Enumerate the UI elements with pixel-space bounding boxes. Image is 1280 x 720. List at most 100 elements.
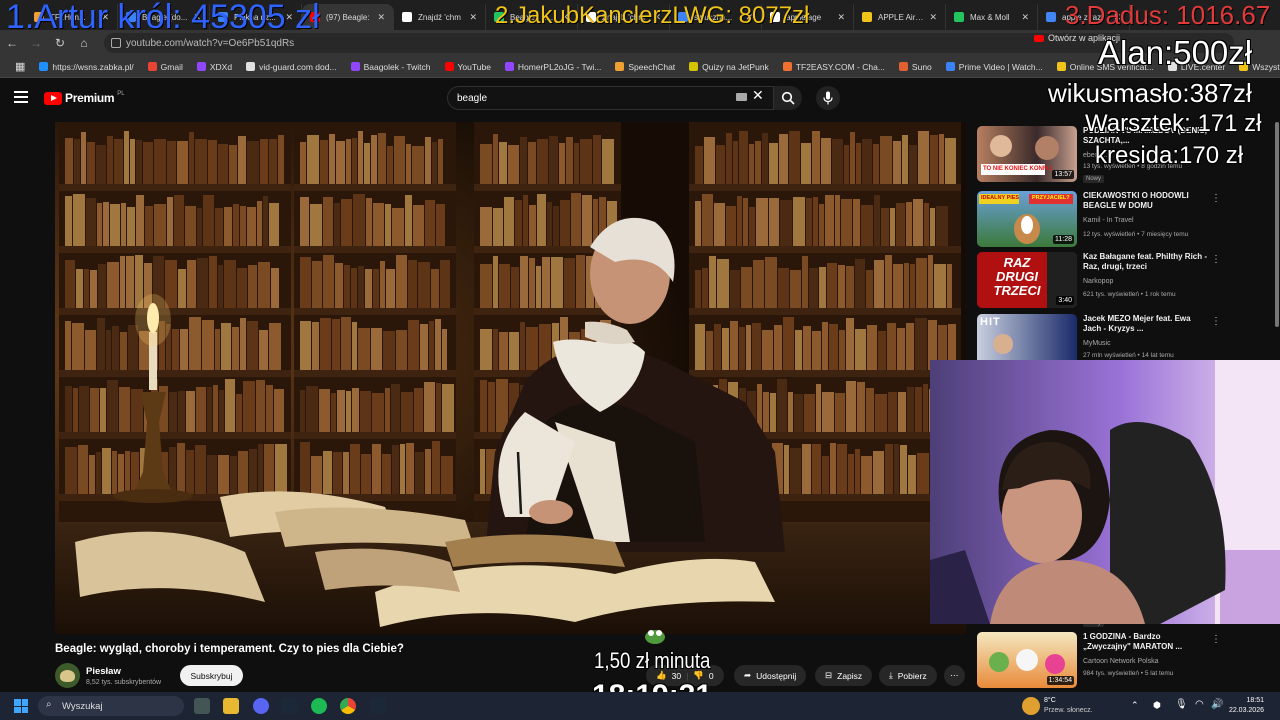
bookmark-label: Baagolek - Twitch: [363, 61, 431, 72]
bookmark-item[interactable]: YouTube: [438, 62, 498, 72]
new-badge: Nowy: [1083, 175, 1105, 183]
close-tab-icon[interactable]: ✕: [1021, 12, 1029, 23]
recommendation-channel[interactable]: Narkopop: [1083, 278, 1113, 285]
bookmark-item[interactable]: Prime Video | Watch...: [939, 62, 1050, 72]
video-player[interactable]: [55, 122, 966, 634]
volume-icon[interactable]: 🔊: [1211, 699, 1223, 710]
tab-label: (97) Beagle:: [326, 12, 370, 22]
weather-widget[interactable]: 8°C Przew. słonecz.: [1044, 696, 1093, 716]
recommendation-title[interactable]: CIEKAWOSTKI O HODOWLI BEAGLE W DOMU: [1083, 191, 1209, 211]
channel-name[interactable]: Piesław: [86, 666, 161, 677]
back-icon[interactable]: ←: [0, 36, 24, 50]
apps-grid-icon[interactable]: ▦: [8, 60, 32, 73]
bookmark-item[interactable]: Gmail: [141, 62, 190, 72]
download-button[interactable]: ⤓ Pobierz: [879, 665, 937, 686]
chrome-icon[interactable]: [340, 698, 356, 714]
thumbnail-caption: PRZYJACIEL?: [1032, 195, 1070, 201]
task-view-icon[interactable]: [194, 698, 210, 714]
search-button[interactable]: [774, 86, 802, 110]
bookmark-item[interactable]: TF2EASY.COM - Cha...: [776, 62, 892, 72]
page-scrollbar[interactable]: [1275, 122, 1279, 327]
recommendation-channel[interactable]: MyMusic: [1083, 340, 1111, 347]
more-vert-icon[interactable]: ⋮: [1211, 254, 1221, 265]
more-vert-icon[interactable]: ⋮: [1211, 634, 1221, 645]
more-vert-icon[interactable]: ⋮: [1211, 193, 1221, 204]
recommendation-item[interactable]: IDEALNY PIES PRZYJACIEL? 11:28 CIEKAWOST…: [977, 191, 1222, 249]
recommendation-title[interactable]: 1 GODZINA - Bardzo „Zwyczajny" MARATON .…: [1083, 632, 1209, 652]
tray-app-icon[interactable]: ⬢: [1153, 700, 1161, 711]
close-tab-icon[interactable]: ✕: [377, 12, 385, 23]
bookmark-item[interactable]: Baagolek - Twitch: [344, 62, 438, 72]
bookmark-item[interactable]: XDXd: [190, 62, 239, 72]
clear-search-icon[interactable]: ✕: [752, 87, 764, 104]
recommendation-item[interactable]: 1:34:54 1 GODZINA - Bardzo „Zwyczajny" M…: [977, 632, 1222, 690]
recommendation-thumbnail[interactable]: RAZ DRUGI TRZECI 3:40: [977, 252, 1077, 308]
forward-icon[interactable]: →: [24, 36, 48, 50]
recommendation-channel[interactable]: Kamil - In Travel: [1083, 217, 1134, 224]
bookmark-favicon-icon: [196, 62, 206, 71]
wifi-icon[interactable]: ◠: [1195, 699, 1204, 710]
recommendation-title[interactable]: Kaz Bałagane feat. Philthy Rich - Raz, d…: [1083, 252, 1209, 272]
bookmark-item[interactable]: https://wsns.zabka.pl/: [32, 62, 140, 72]
microphone-icon[interactable]: 🎙: [1175, 699, 1188, 710]
keyboard-icon[interactable]: [736, 93, 747, 101]
recommendation-item[interactable]: HIT Jacek MEZO Mejer feat. Ewa Jach - Kr…: [977, 314, 1222, 360]
share-button[interactable]: ➦ Udostępnij: [734, 665, 807, 686]
steam-icon[interactable]: [281, 698, 297, 714]
channel-avatar[interactable]: [55, 663, 80, 688]
leaderboard-rank-1: 1.Artur król: 45305 zł: [6, 0, 320, 36]
subscribe-button[interactable]: Subskrybuj: [180, 665, 243, 686]
clock-date: 22.03.2026: [1228, 707, 1264, 714]
bookmark-item[interactable]: Suno: [892, 62, 939, 72]
tab-label: Znajdź 'chm: [418, 12, 461, 22]
recommendation-thumbnail[interactable]: HIT: [977, 314, 1077, 360]
weather-icon[interactable]: [1022, 697, 1040, 715]
search-input[interactable]: beagle: [447, 86, 774, 110]
thumbnail-caption: HIT: [980, 316, 1001, 328]
bookmark-favicon-icon: [945, 62, 955, 71]
recommendation-item[interactable]: RAZ DRUGI TRZECI 3:40 Kaz Bałagane feat.…: [977, 252, 1222, 310]
recommendation-channel[interactable]: Cartoon Network Polska: [1083, 658, 1158, 665]
browser-tab[interactable]: Znajdź 'chm ✕: [394, 4, 486, 30]
chevron-up-icon[interactable]: ⌃: [1131, 700, 1139, 711]
thumbnail-caption: TO NIE KONIEC KONFLI: [983, 166, 1052, 172]
spotify-icon[interactable]: [311, 698, 327, 714]
bookmark-favicon-icon: [444, 62, 454, 71]
more-vert-icon[interactable]: ⋮: [1211, 316, 1221, 327]
youtube-logo[interactable]: Premium PL: [44, 91, 125, 105]
channel-info[interactable]: Piesław 8,52 tys. subskrybentów: [55, 663, 161, 688]
tab-favicon-icon: [1046, 12, 1056, 22]
bookmark-favicon-icon: [1056, 62, 1066, 71]
close-tab-icon[interactable]: ✕: [837, 12, 845, 23]
site-info-icon[interactable]: [111, 38, 121, 48]
bookmark-item[interactable]: HomerPL2oJG - Twi...: [498, 62, 608, 72]
system-clock[interactable]: 18:51 22.03.2026: [1229, 696, 1264, 716]
recommendation-thumbnail[interactable]: 1:34:54: [977, 632, 1077, 688]
windows-start-icon[interactable]: [14, 699, 28, 713]
steam-icon[interactable]: [370, 698, 386, 714]
recommendation-title[interactable]: Jacek MEZO Mejer feat. Ewa Jach - Kryzys…: [1083, 314, 1209, 334]
bookmark-label: Wszystkie zakładki: [1252, 61, 1280, 72]
close-tab-icon[interactable]: ✕: [469, 12, 477, 23]
more-actions-button[interactable]: ⋯: [944, 665, 965, 686]
file-explorer-icon[interactable]: [223, 698, 239, 714]
tab-favicon-icon: [402, 12, 412, 22]
browser-tab[interactable]: Max & Moll ✕: [946, 4, 1038, 30]
discord-icon[interactable]: [253, 698, 269, 714]
bookmark-item[interactable]: vid-guard.com dod...: [239, 62, 343, 72]
browser-tab[interactable]: APPLE AirTa ✕: [854, 4, 946, 30]
voice-search-button[interactable]: [816, 86, 840, 110]
home-icon[interactable]: ⌂: [72, 36, 96, 50]
taskbar-search-label: Wyszukaj: [62, 700, 103, 712]
save-label: Zapisz: [837, 670, 863, 681]
save-button[interactable]: ⊟ Zapisz: [815, 665, 873, 686]
recommendation-thumbnail[interactable]: TO NIE KONIEC KONFLI 13:57: [977, 126, 1077, 182]
logo-text: Premium: [65, 91, 115, 105]
close-tab-icon[interactable]: ✕: [929, 12, 937, 23]
recommendation-thumbnail[interactable]: IDEALNY PIES PRZYJACIEL? 11:28: [977, 191, 1077, 247]
reload-icon[interactable]: ↻: [48, 36, 72, 50]
bookmark-item[interactable]: Quizy na JetPunk: [682, 62, 776, 72]
taskbar-search[interactable]: ⌕ Wyszukaj: [38, 696, 184, 716]
menu-icon[interactable]: [14, 91, 28, 103]
bookmark-item[interactable]: SpeechChat: [608, 62, 682, 72]
